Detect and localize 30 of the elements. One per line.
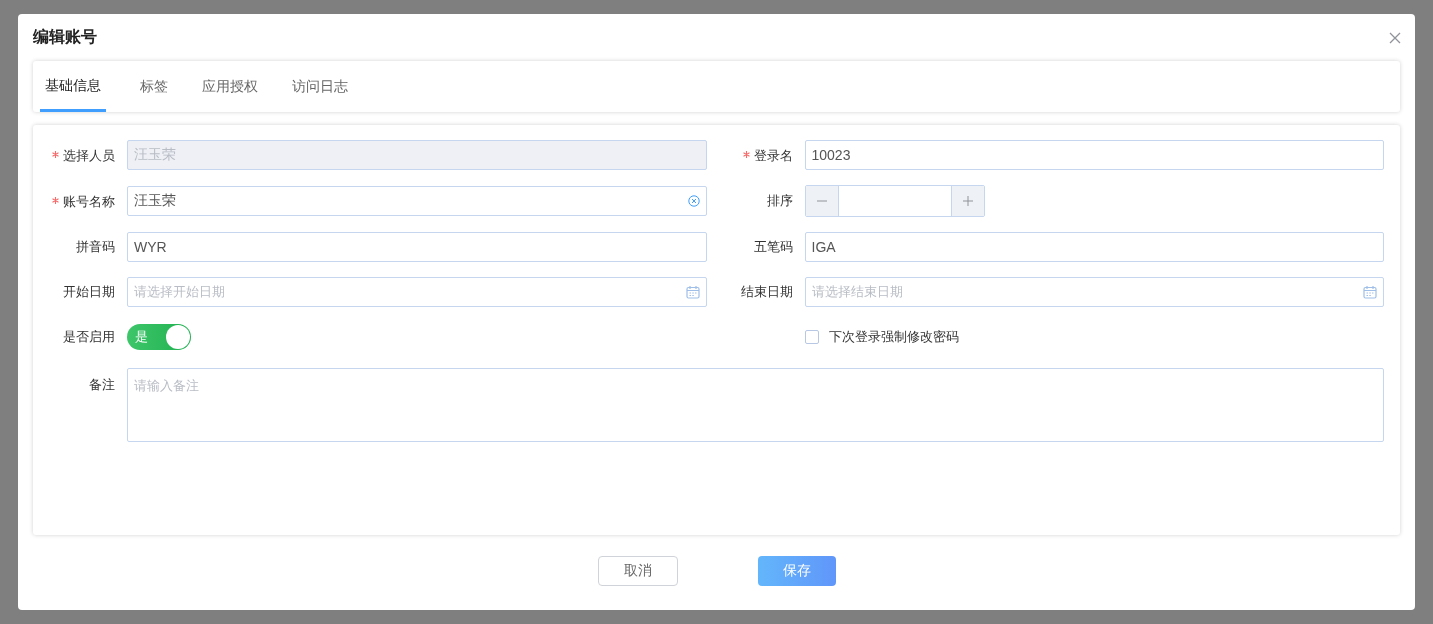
clear-icon[interactable] [687,195,700,207]
required-icon [52,196,59,204]
required-icon [52,150,59,158]
field-label: 账号名称 [63,193,115,212]
plus-icon [961,195,974,207]
field-label: 五笔码 [753,238,793,256]
input-field[interactable]: 汪玉荣 [127,186,707,216]
required-icon [742,150,750,158]
dialog-title: 编辑账号 [33,27,97,47]
field-label: 拼音码 [76,238,115,256]
field-label: 排序 [766,192,793,210]
checkbox-label: 下次登录强制修改密码 [828,328,959,346]
field-label: 登录名 [753,147,793,166]
input-field[interactable]: WYR [127,232,707,262]
cancel-button[interactable]: 取消 [597,555,678,586]
number-stepper[interactable] [804,185,985,217]
tab[interactable]: 基础信息 [40,61,106,112]
minus-button[interactable] [805,186,838,216]
close-icon[interactable] [1389,31,1401,44]
input-field[interactable]: IGA [804,232,1384,262]
field-label: 开始日期 [63,283,115,301]
plus-button[interactable] [951,186,984,216]
field-label: 结束日期 [740,283,793,301]
calendar-icon[interactable] [685,285,700,299]
calendar-icon[interactable] [1363,285,1377,299]
field-label: 选择人员 [63,147,115,166]
field-label: 备注 [89,376,115,394]
field-label: 是否启用 [63,328,115,346]
checkbox[interactable] [804,330,819,344]
input-field[interactable]: 10023 [804,140,1384,170]
